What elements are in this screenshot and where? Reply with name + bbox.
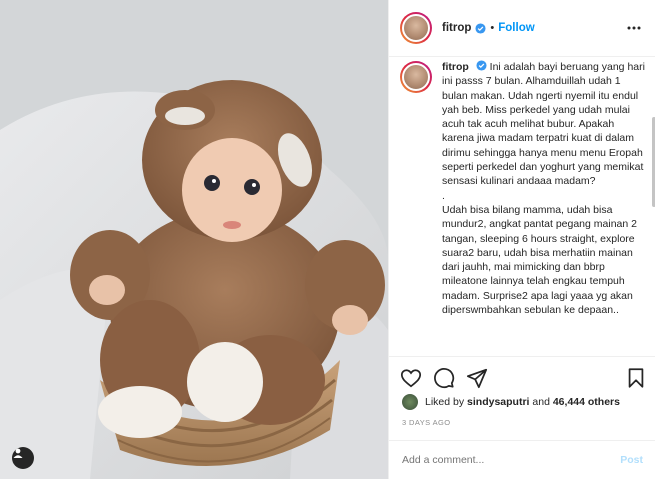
- caption-username[interactable]: fitrop: [442, 61, 469, 73]
- author-avatar[interactable]: [400, 12, 432, 44]
- comment-icon[interactable]: [433, 367, 455, 389]
- caption-avatar[interactable]: [400, 61, 432, 93]
- post-date[interactable]: 3 DAYS AGO: [402, 418, 450, 427]
- share-icon[interactable]: [466, 367, 488, 389]
- more-options-icon[interactable]: [626, 20, 642, 36]
- post-actions: [389, 356, 655, 396]
- caption-body: Ini adalah bayi beruang yang hari ini pa…: [442, 61, 645, 317]
- liker-avatar[interactable]: [402, 394, 418, 410]
- post-comment-button[interactable]: Post: [620, 454, 643, 466]
- heart-icon[interactable]: [400, 367, 422, 389]
- post-side-panel: fitrop • Follow fitrop Ini adalah bayi b…: [388, 0, 655, 479]
- baby-bear-photo: [0, 0, 388, 479]
- post-header: fitrop • Follow: [389, 0, 655, 57]
- verified-badge-icon: [475, 22, 486, 34]
- user-tag-icon[interactable]: [12, 447, 34, 469]
- caption-area[interactable]: fitrop Ini adalah bayi beruang yang hari…: [389, 57, 655, 356]
- bookmark-icon[interactable]: [625, 367, 647, 389]
- likes-prefix: Liked by: [425, 396, 465, 408]
- follow-button[interactable]: Follow: [498, 22, 534, 34]
- liked-by-user[interactable]: sindysaputri: [467, 396, 529, 408]
- post-photo[interactable]: [0, 0, 388, 479]
- likes-and: and: [532, 396, 550, 408]
- comment-input[interactable]: [402, 454, 621, 466]
- caption-verified-icon: [476, 60, 487, 71]
- comment-bar: Post: [389, 440, 655, 479]
- likes-count[interactable]: 46,444 others: [553, 396, 620, 408]
- caption-text: fitrop Ini adalah bayi beruang yang hari…: [442, 60, 647, 317]
- likes-summary: Liked by sindysaputri and 46,444 others: [402, 394, 620, 410]
- header-separator: •: [490, 22, 495, 34]
- author-username[interactable]: fitrop: [442, 22, 471, 34]
